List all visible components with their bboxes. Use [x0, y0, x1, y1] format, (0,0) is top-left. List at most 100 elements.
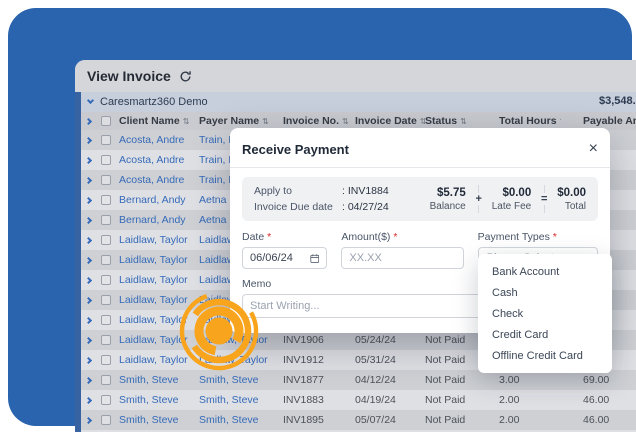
- row-checkbox[interactable]: [101, 415, 111, 425]
- client-name-link[interactable]: Smith, Steve: [119, 394, 199, 406]
- refresh-icon[interactable]: [179, 70, 192, 83]
- calendar-icon[interactable]: [310, 253, 320, 264]
- chevron-right-icon[interactable]: [84, 136, 92, 144]
- column-header[interactable]: Status ⇅: [425, 115, 487, 127]
- invoice-number-cell: INV1883: [283, 394, 324, 406]
- client-name-link[interactable]: Bernard, Andy: [119, 214, 199, 226]
- row-checkbox[interactable]: [101, 335, 111, 345]
- row-checkbox[interactable]: [101, 155, 111, 165]
- column-header[interactable]: Invoice No. ⇅: [283, 115, 355, 127]
- stat-value: $0.00: [557, 186, 586, 199]
- summary-stat: $5.75 Balance: [430, 187, 466, 212]
- client-name-link[interactable]: Laidlaw, Taylor: [119, 274, 199, 286]
- invoice-number-cell: INV1912: [283, 354, 324, 366]
- row-checkbox[interactable]: [101, 295, 111, 305]
- checkbox-cell: [101, 195, 119, 205]
- column-header-label: Payable Amount($): [583, 115, 636, 127]
- row-checkbox[interactable]: [101, 235, 111, 245]
- row-checkbox[interactable]: [101, 315, 111, 325]
- row-checkbox[interactable]: [101, 355, 111, 365]
- client-name-link[interactable]: Bernard, Andy: [119, 194, 199, 206]
- payment-type-option[interactable]: Check: [478, 303, 612, 324]
- client-name-link[interactable]: Laidlaw, Taylor: [119, 234, 199, 246]
- row-checkbox[interactable]: [101, 375, 111, 385]
- chevron-right-icon[interactable]: [84, 117, 92, 125]
- column-header[interactable]: Client Name ⇅: [119, 115, 199, 127]
- row-checkbox[interactable]: [101, 175, 111, 185]
- row-checkbox[interactable]: [101, 195, 111, 205]
- column-header-label: Status: [425, 115, 458, 127]
- date-input[interactable]: [250, 252, 310, 264]
- page-header: View Invoice: [75, 60, 636, 92]
- client-name-link[interactable]: Laidlaw, Taylor: [119, 254, 199, 266]
- client-name-link[interactable]: Acosta, Andre: [119, 134, 199, 146]
- payer-name-link[interactable]: Smith, Steve: [199, 414, 283, 426]
- row-checkbox[interactable]: [101, 135, 111, 145]
- group-header[interactable]: Caresmartz360 Demo $3,548.70 Invoice Amo…: [75, 92, 636, 112]
- payment-type-option[interactable]: Cash: [478, 282, 612, 303]
- apply-to-label: Apply to: [254, 185, 292, 197]
- client-name-link[interactable]: Acosta, Andre: [119, 174, 199, 186]
- invoice-date-cell: 05/24/24: [355, 334, 396, 346]
- chevron-right-icon[interactable]: [84, 236, 92, 244]
- chevron-right-icon[interactable]: [84, 316, 92, 324]
- row-checkbox[interactable]: [101, 215, 111, 225]
- row-checkbox[interactable]: [101, 255, 111, 265]
- column-header[interactable]: Invoice Date ⇅: [355, 115, 425, 127]
- checkbox-cell: [101, 155, 119, 165]
- checkbox-cell: [101, 335, 119, 345]
- total-hours-cell: 3.00: [499, 374, 520, 386]
- date-field[interactable]: [242, 247, 328, 269]
- chevron-right-icon[interactable]: [84, 276, 92, 284]
- table-row: Smith, Steve Smith, Steve INV1883 04/19/24 N…: [75, 390, 636, 410]
- chevron-right-icon[interactable]: [84, 216, 92, 224]
- row-checkbox[interactable]: [101, 395, 111, 405]
- client-name-link[interactable]: Smith, Steve: [119, 414, 199, 426]
- chevron-right-icon[interactable]: [84, 416, 92, 424]
- payer-name-link[interactable]: Smith, Steve: [199, 394, 283, 406]
- select-all-checkbox[interactable]: [101, 116, 111, 126]
- due-date-value: : 04/27/24: [342, 201, 389, 213]
- checkbox-cell: [101, 415, 119, 425]
- payment-type-option[interactable]: Credit Card: [478, 324, 612, 345]
- checkbox-cell: [101, 135, 119, 145]
- chevron-right-icon[interactable]: [84, 256, 92, 264]
- modal-title: Receive Payment: [242, 141, 349, 157]
- column-header[interactable]: Payer Name ⇅: [199, 115, 283, 127]
- chevron-right-icon[interactable]: [84, 176, 92, 184]
- chevron-right-icon[interactable]: [84, 336, 92, 344]
- apply-to-value: : INV1884: [342, 185, 389, 197]
- payment-type-option[interactable]: Bank Account: [478, 261, 612, 282]
- amount-input[interactable]: [349, 252, 456, 264]
- screenshot-root: View Invoice Caresmartz360 Demo $3,548.7…: [0, 0, 636, 432]
- total-hours-cell: 2.00: [499, 414, 520, 426]
- invoice-number-cell: INV1877: [283, 374, 324, 386]
- client-name-link[interactable]: Acosta, Andre: [119, 154, 199, 166]
- amount-field[interactable]: [341, 247, 464, 269]
- chevron-right-icon[interactable]: [84, 376, 92, 384]
- brand-spiral-logo: [179, 291, 259, 371]
- operator: +: [475, 193, 482, 205]
- chevron-right-icon[interactable]: [84, 396, 92, 404]
- stat-value: $0.00: [502, 186, 532, 199]
- payment-type-option[interactable]: Offline Credit Card: [478, 345, 612, 366]
- column-header-label: Payer Name: [199, 115, 260, 127]
- chevron-right-icon[interactable]: [84, 156, 92, 164]
- stat-label: Total: [564, 200, 586, 212]
- stat-label: Balance: [429, 200, 466, 212]
- close-icon[interactable]: ×: [589, 141, 598, 157]
- chevron-right-icon[interactable]: [84, 196, 92, 204]
- column-header[interactable]: Total Hours⇅: [487, 115, 561, 127]
- chevron-right-icon[interactable]: [84, 296, 92, 304]
- chevron-right-icon[interactable]: [84, 356, 92, 364]
- checkbox-cell: [101, 375, 119, 385]
- payer-name-link[interactable]: Smith, Steve: [199, 374, 283, 386]
- due-date-label: Invoice Due date: [254, 201, 333, 213]
- row-checkbox[interactable]: [101, 275, 111, 285]
- status-cell: Not Paid: [425, 414, 466, 426]
- client-name-link[interactable]: Smith, Steve: [119, 374, 199, 386]
- invoice-total-amount: $3,548.70 Invoice Amount: [599, 95, 636, 107]
- amount-label: Amount($) *: [341, 231, 398, 243]
- column-header[interactable]: Payable Amount($)⇅: [561, 115, 636, 127]
- table-row: Smith, Steve Smith, Steve INV1877 04/12/24 N…: [75, 370, 636, 390]
